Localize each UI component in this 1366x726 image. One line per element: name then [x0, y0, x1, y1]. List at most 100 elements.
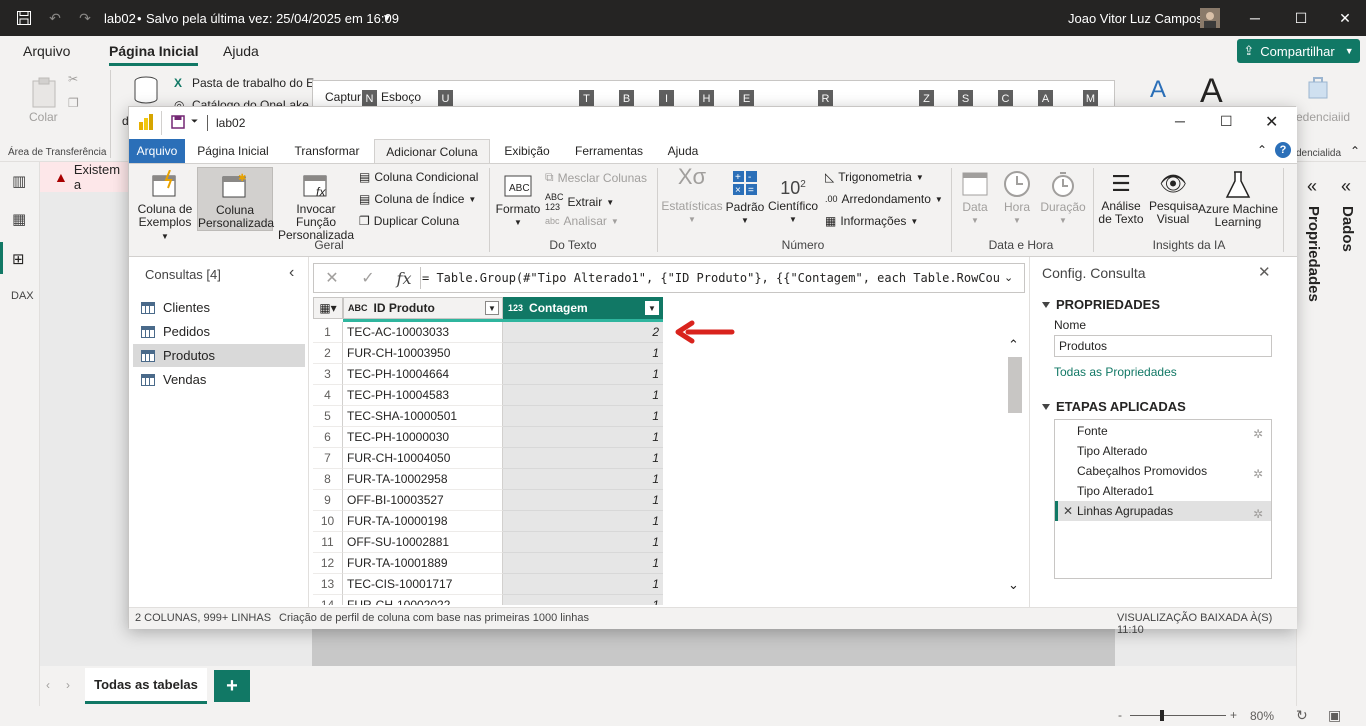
redo-icon[interactable]: ↷	[74, 0, 96, 36]
table-row[interactable]: 1 TEC-AC-10003033 2	[313, 322, 663, 343]
editor-tab-transformar[interactable]: Transformar	[287, 139, 367, 163]
step-cabecalhos-promovidos[interactable]: Cabeçalhos Promovidos ✲	[1055, 461, 1271, 481]
collapse-ribbon-icon[interactable]: ⌃	[1257, 143, 1267, 157]
query-item-clientes[interactable]: Clientes	[133, 296, 305, 319]
language-icon[interactable]: A가	[1150, 76, 1176, 128]
all-properties-link[interactable]: Todas as Propriedades	[1054, 365, 1177, 379]
next-page-icon[interactable]: ›	[66, 678, 70, 692]
close-icon[interactable]: ✕	[1330, 0, 1360, 36]
scroll-down-icon[interactable]: ⌄	[1008, 577, 1019, 593]
keytip-c[interactable]: C	[998, 90, 1013, 107]
table-view-icon[interactable]: ▦	[12, 210, 26, 228]
table-row[interactable]: 11 OFF-SU-10002881 1	[313, 532, 663, 553]
filter-dropdown-icon[interactable]: ▼	[485, 301, 499, 315]
cell-id-produto[interactable]: TEC-CIS-10001717	[343, 574, 503, 595]
cell-id-produto[interactable]: TEC-PH-10004664	[343, 364, 503, 385]
cell-id-produto[interactable]: FUR-TA-10001889	[343, 553, 503, 574]
vision-button[interactable]: 👁 Pesquisa Visual	[1149, 170, 1198, 226]
trigonometry-button[interactable]: ◺ Trigonometria ▼	[825, 170, 924, 184]
save-icon[interactable]	[10, 0, 38, 36]
table-row[interactable]: 6 TEC-PH-10000030 1	[313, 427, 663, 448]
editor-tab-exibicao[interactable]: Exibição	[497, 139, 557, 163]
cancel-formula-icon[interactable]: ✕	[314, 264, 350, 292]
cell-contagem[interactable]: 1	[503, 427, 663, 448]
ribbon-collapse-icon[interactable]: ⌃	[1350, 144, 1360, 158]
cell-id-produto[interactable]: FUR-TA-10002958	[343, 469, 503, 490]
chevron-down-icon[interactable]: ▼	[380, 0, 394, 36]
excel-workbook-button[interactable]: Pasta de trabalho do Ex	[192, 76, 320, 90]
cell-id-produto[interactable]: TEC-PH-10000030	[343, 427, 503, 448]
keytip-u[interactable]: U	[438, 90, 453, 107]
cell-id-produto[interactable]: FUR-CH-10002022	[343, 595, 503, 605]
properties-pane-label[interactable]: Propriedades	[1305, 206, 1322, 302]
merge-columns-button[interactable]: ⧉ Mesclar Colunas	[545, 170, 647, 185]
database-icon[interactable]	[133, 76, 159, 106]
minimize-icon[interactable]: ─	[1240, 0, 1270, 36]
cell-contagem[interactable]: 1	[503, 406, 663, 427]
editor-tab-adicionar-coluna[interactable]: Adicionar Coluna	[374, 139, 490, 163]
cell-contagem[interactable]: 1	[503, 385, 663, 406]
duration-button[interactable]: Duração ▼	[1039, 170, 1087, 227]
keytip-n[interactable]: N	[362, 90, 377, 107]
share-button[interactable]: ⇪ Compartilhar ▼	[1237, 39, 1360, 63]
query-item-vendas[interactable]: Vendas	[133, 368, 305, 391]
text-analytics-button[interactable]: ☰ Análise de Texto	[1095, 170, 1147, 226]
step-tipo-alterado1[interactable]: Tipo Alterado1	[1055, 481, 1271, 501]
rounding-button[interactable]: .00 Arredondamento ▼	[825, 192, 943, 206]
cell-contagem[interactable]: 1	[503, 532, 663, 553]
table-row[interactable]: 10 FUR-TA-10000198 1	[313, 511, 663, 532]
number-type-icon[interactable]: 123	[508, 303, 523, 313]
format-button[interactable]: ABC Formato ▼	[493, 172, 543, 229]
cell-id-produto[interactable]: OFF-SU-10002881	[343, 532, 503, 553]
table-row[interactable]: 7 FUR-CH-10004050 1	[313, 448, 663, 469]
keytip-a[interactable]: A	[1038, 90, 1053, 107]
tab-pagina-inicial[interactable]: Página Inicial	[109, 43, 199, 66]
cell-id-produto[interactable]: FUR-CH-10004050	[343, 448, 503, 469]
invoke-custom-function-button[interactable]: fx Invocar Função Personalizada	[275, 170, 357, 242]
delete-step-icon[interactable]: ✕	[1063, 501, 1073, 521]
keytip-i[interactable]: I	[659, 90, 674, 107]
step-tipo-alterado[interactable]: Tipo Alterado	[1055, 441, 1271, 461]
table-row[interactable]: 9 OFF-BI-10003527 1	[313, 490, 663, 511]
applied-steps-section-header[interactable]: ETAPAS APLICADAS	[1042, 399, 1186, 414]
zoom-out-icon[interactable]: -	[1118, 708, 1122, 722]
refresh-fit-icon[interactable]: ↻	[1296, 707, 1308, 724]
profiling-status[interactable]: Criação de perfil de coluna com base nas…	[279, 612, 589, 624]
vertical-scrollbar[interactable]: ⌃ ⌄	[1005, 337, 1023, 599]
scientific-button[interactable]: 102 Científico ▼	[767, 170, 819, 226]
cell-id-produto[interactable]: FUR-CH-10003950	[343, 343, 503, 364]
keytip-t[interactable]: T	[579, 90, 594, 107]
editor-maximize-icon[interactable]: ☐	[1220, 113, 1233, 130]
step-linhas-agrupadas[interactable]: ✕ Linhas Agrupadas ✲	[1055, 501, 1271, 521]
avatar[interactable]	[1199, 0, 1221, 36]
keytip-h[interactable]: H	[699, 90, 714, 107]
expand-properties-icon[interactable]: «	[1307, 176, 1317, 197]
copy-icon[interactable]: ❐	[68, 96, 79, 110]
fit-to-page-icon[interactable]: ▣	[1328, 707, 1341, 724]
paste-icon[interactable]	[30, 76, 60, 110]
confirm-formula-icon[interactable]: ✓	[350, 264, 386, 292]
date-button[interactable]: Data ▼	[955, 170, 995, 227]
keytip-b[interactable]: B	[619, 90, 634, 107]
filter-dropdown-icon[interactable]: ▼	[645, 301, 659, 315]
table-row[interactable]: 2 FUR-CH-10003950 1	[313, 343, 663, 364]
cell-contagem[interactable]: 1	[503, 553, 663, 574]
close-settings-icon[interactable]: ✕	[1258, 263, 1271, 281]
column-header-id-produto[interactable]: ABC ID Produto ▼	[343, 297, 503, 319]
azure-ml-button[interactable]: Azure Machine Learning	[1197, 170, 1279, 229]
parse-button[interactable]: abc Analisar ▼	[545, 214, 619, 228]
query-name-field[interactable]: Produtos	[1054, 335, 1272, 357]
cell-contagem[interactable]: 1	[503, 364, 663, 385]
cell-contagem[interactable]: 1	[503, 490, 663, 511]
information-button[interactable]: ▦ Informações ▼	[825, 214, 918, 228]
quick-access-dropdown-icon[interactable]: ⏷	[191, 116, 198, 127]
font-icon[interactable]: A	[1200, 72, 1228, 110]
editor-save-icon[interactable]	[171, 115, 185, 132]
cell-contagem[interactable]: 1	[503, 469, 663, 490]
editor-tab-ferramentas[interactable]: Ferramentas	[569, 139, 649, 163]
cell-contagem[interactable]: 1	[503, 343, 663, 364]
query-item-produtos[interactable]: Produtos	[133, 344, 305, 367]
keytip-r[interactable]: R	[818, 90, 833, 107]
table-row[interactable]: 8 FUR-TA-10002958 1	[313, 469, 663, 490]
collapse-queries-icon[interactable]: ‹	[289, 264, 294, 282]
